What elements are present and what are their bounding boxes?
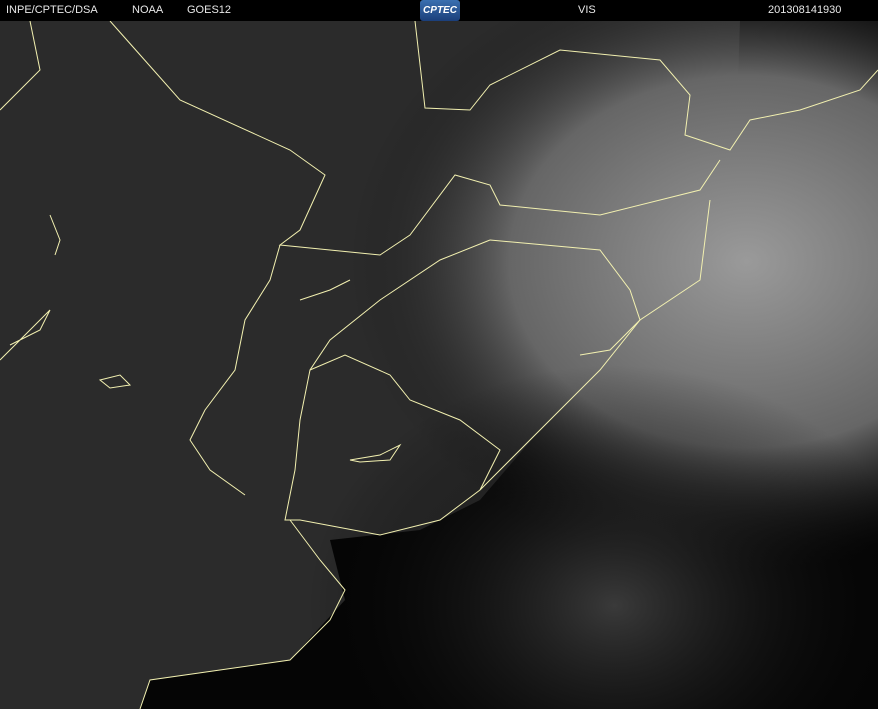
ocean-clouds	[0, 21, 878, 709]
agency-label: NOAA	[132, 4, 164, 16]
satellite-label: GOES12	[187, 4, 232, 16]
channel-label: VIS	[578, 4, 596, 16]
satellite-image	[0, 21, 878, 709]
source-label: INPE/CPTEC/DSA	[6, 4, 98, 16]
satellite-viewer: INPE/CPTEC/DSA NOAA GOES12 CPTEC VIS 201…	[0, 0, 878, 709]
cptec-logo: CPTEC	[420, 0, 460, 21]
image-header: INPE/CPTEC/DSA NOAA GOES12 CPTEC VIS 201…	[0, 0, 878, 21]
timestamp-label: 201308141930	[768, 4, 842, 16]
